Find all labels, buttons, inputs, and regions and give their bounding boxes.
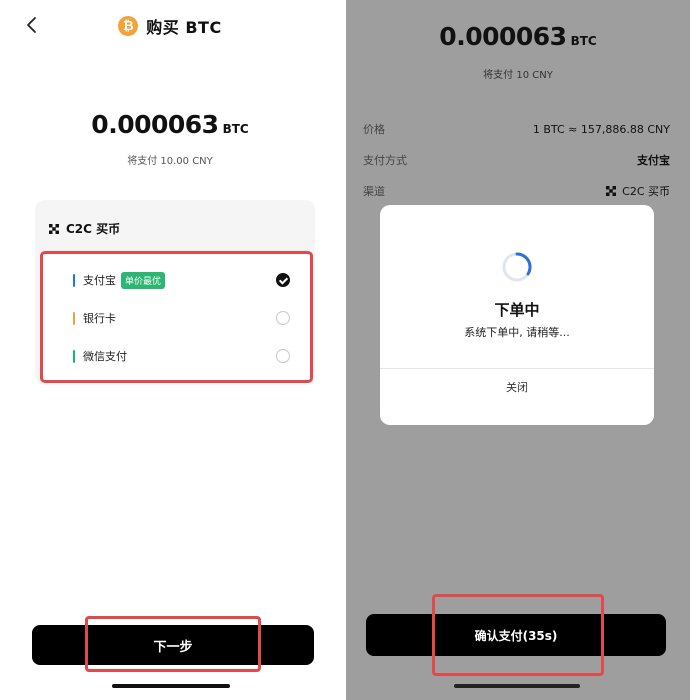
payment-method-alipay[interactable]: 支付宝 单价最优 [73, 269, 300, 291]
amount-display: 0.000063 BTC [0, 110, 340, 139]
payment-method-value: 支付宝 [637, 154, 670, 167]
dialog-close-button[interactable]: 关闭 [380, 379, 654, 395]
amount-value: 0.000063 [439, 22, 567, 51]
right-screen: 0.000063 BTC 将支付 10 CNY 价格 1 BTC ≈ 157,8… [346, 0, 690, 700]
price-key: 价格 [363, 123, 385, 136]
home-indicator [112, 684, 230, 688]
amount-unit: BTC [570, 34, 597, 48]
radio-unselected[interactable] [276, 349, 290, 363]
payment-method-label: 微信支付 [83, 350, 127, 363]
channel-label: C2C 买币 [622, 185, 670, 198]
bank-card-color-bar [73, 311, 75, 325]
channel-key: 渠道 [363, 185, 385, 198]
page-header: ₿ 购买 BTC [0, 14, 340, 38]
loading-spinner-icon [502, 252, 532, 282]
c2c-header: C2C 买币 [49, 220, 120, 237]
dialog-title: 下单中 [494, 301, 540, 319]
highlight-box [432, 594, 604, 676]
will-pay-text: 将支付 10 CNY [483, 70, 553, 81]
amount-value: 0.000063 [91, 110, 219, 139]
dialog-divider [380, 368, 654, 369]
amount-display: 0.000063 BTC [346, 22, 690, 51]
payment-method-label: 银行卡 [83, 312, 116, 325]
radio-selected[interactable] [276, 273, 290, 287]
page-title: 购买 BTC [146, 18, 222, 37]
amount-unit: BTC [222, 122, 249, 136]
will-pay-text: 将支付 10.00 CNY [127, 156, 213, 167]
channel-value: C2C 买币 [606, 183, 670, 199]
home-indicator [454, 684, 580, 688]
dialog-message: 系统下单中, 请稍等... [464, 326, 570, 339]
c2c-icon [49, 223, 59, 234]
ordering-dialog: 下单中 系统下单中, 请稍等... 关闭 [380, 205, 654, 425]
price-value: 1 BTC ≈ 157,886.88 CNY [532, 122, 670, 136]
c2c-label: C2C 买币 [66, 222, 121, 236]
price-row: 价格 1 BTC ≈ 157,886.88 CNY [363, 121, 670, 137]
best-price-badge: 单价最优 [121, 271, 166, 289]
c2c-icon [606, 186, 617, 196]
bitcoin-icon: ₿ [118, 16, 139, 36]
channel-row: 渠道 C2C 买币 [363, 183, 670, 199]
wechat-color-bar [73, 349, 75, 363]
payment-method-row: 支付方式 支付宝 [363, 152, 670, 168]
payment-method-list: 支付宝 单价最优 银行卡 微信支付 [40, 251, 313, 383]
payment-method-label: 支付宝 [83, 274, 116, 287]
highlight-box [85, 616, 261, 672]
payment-method-bank-card[interactable]: 银行卡 [73, 307, 300, 329]
payment-method-wechat[interactable]: 微信支付 [73, 345, 300, 367]
alipay-color-bar [73, 273, 75, 287]
radio-unselected[interactable] [276, 311, 290, 325]
left-screen: ₿ 购买 BTC 0.000063 BTC 将支付 10.00 CNY C2C … [0, 0, 340, 700]
payment-method-key: 支付方式 [363, 154, 407, 167]
